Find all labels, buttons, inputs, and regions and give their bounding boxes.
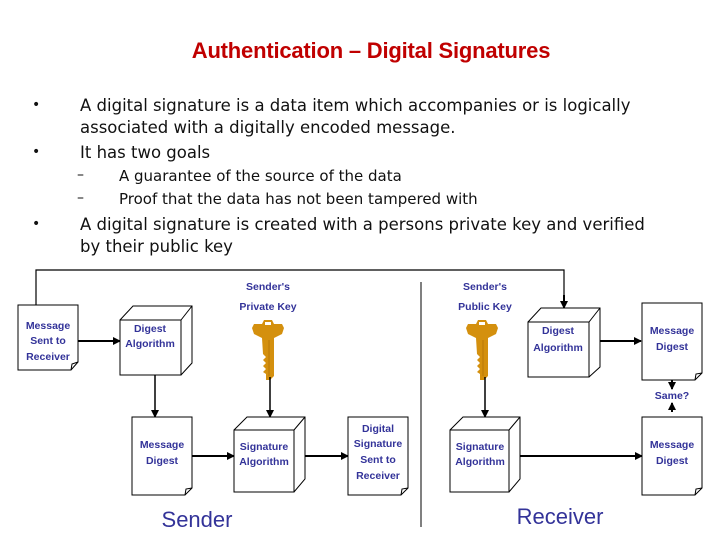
node-label: Message [650, 439, 695, 451]
node-label: Message [650, 325, 695, 337]
compare-label: Same? [655, 390, 689, 402]
node-label: Message [26, 320, 71, 332]
node-label: Receiver [356, 470, 400, 482]
node-label: Digest [656, 455, 689, 467]
node-label: Algorithm [239, 456, 289, 468]
sender-message-digest-node: Message Digest [131, 416, 193, 496]
node-label: Receiver [26, 351, 70, 363]
node-label: Digest [134, 323, 167, 335]
node-label: Digest [146, 455, 179, 467]
node-label: Sent to [30, 335, 66, 347]
node-label: Sent to [360, 454, 396, 466]
private-key-label: Private Key [239, 301, 296, 313]
computed-message-digest-node: Message Digest [641, 302, 703, 381]
node-label: Digital [362, 423, 394, 435]
node-label: Signature [456, 441, 505, 453]
node-label: Algorithm [455, 456, 505, 468]
private-key-icon [251, 319, 285, 381]
receiver-signature-algorithm-node: Signature Algorithm [449, 416, 521, 493]
node-label: Signature [354, 438, 403, 450]
node-label: Message [140, 439, 185, 451]
signature-flow-diagram: Message Sent to Receiver Digest Algorith… [17, 269, 703, 532]
node-label: Digest [656, 341, 689, 353]
receiver-message-digest-node: Message Digest [641, 416, 703, 496]
public-key-icon [465, 319, 499, 381]
sender-section-label: Sender [162, 507, 233, 532]
node-label: Signature [240, 441, 289, 453]
node-label: Digest [542, 325, 575, 337]
receiver-digest-algorithm-node: Digest Algorithm [527, 307, 601, 378]
sender-signature-algorithm-node: Signature Algorithm [233, 416, 306, 493]
sender-digest-algorithm-node: Digest Algorithm [119, 305, 193, 376]
digital-signature-sent-node: Digital Signature Sent to Receiver [347, 416, 409, 496]
message-sent-node: Message Sent to Receiver [17, 304, 79, 371]
private-key-label: Sender's [246, 281, 290, 293]
public-key-label: Sender's [463, 281, 507, 293]
node-label: Algorithm [125, 338, 175, 350]
node-label: Algorithm [533, 342, 583, 354]
receiver-section-label: Receiver [517, 504, 604, 529]
public-key-label: Public Key [458, 301, 512, 313]
